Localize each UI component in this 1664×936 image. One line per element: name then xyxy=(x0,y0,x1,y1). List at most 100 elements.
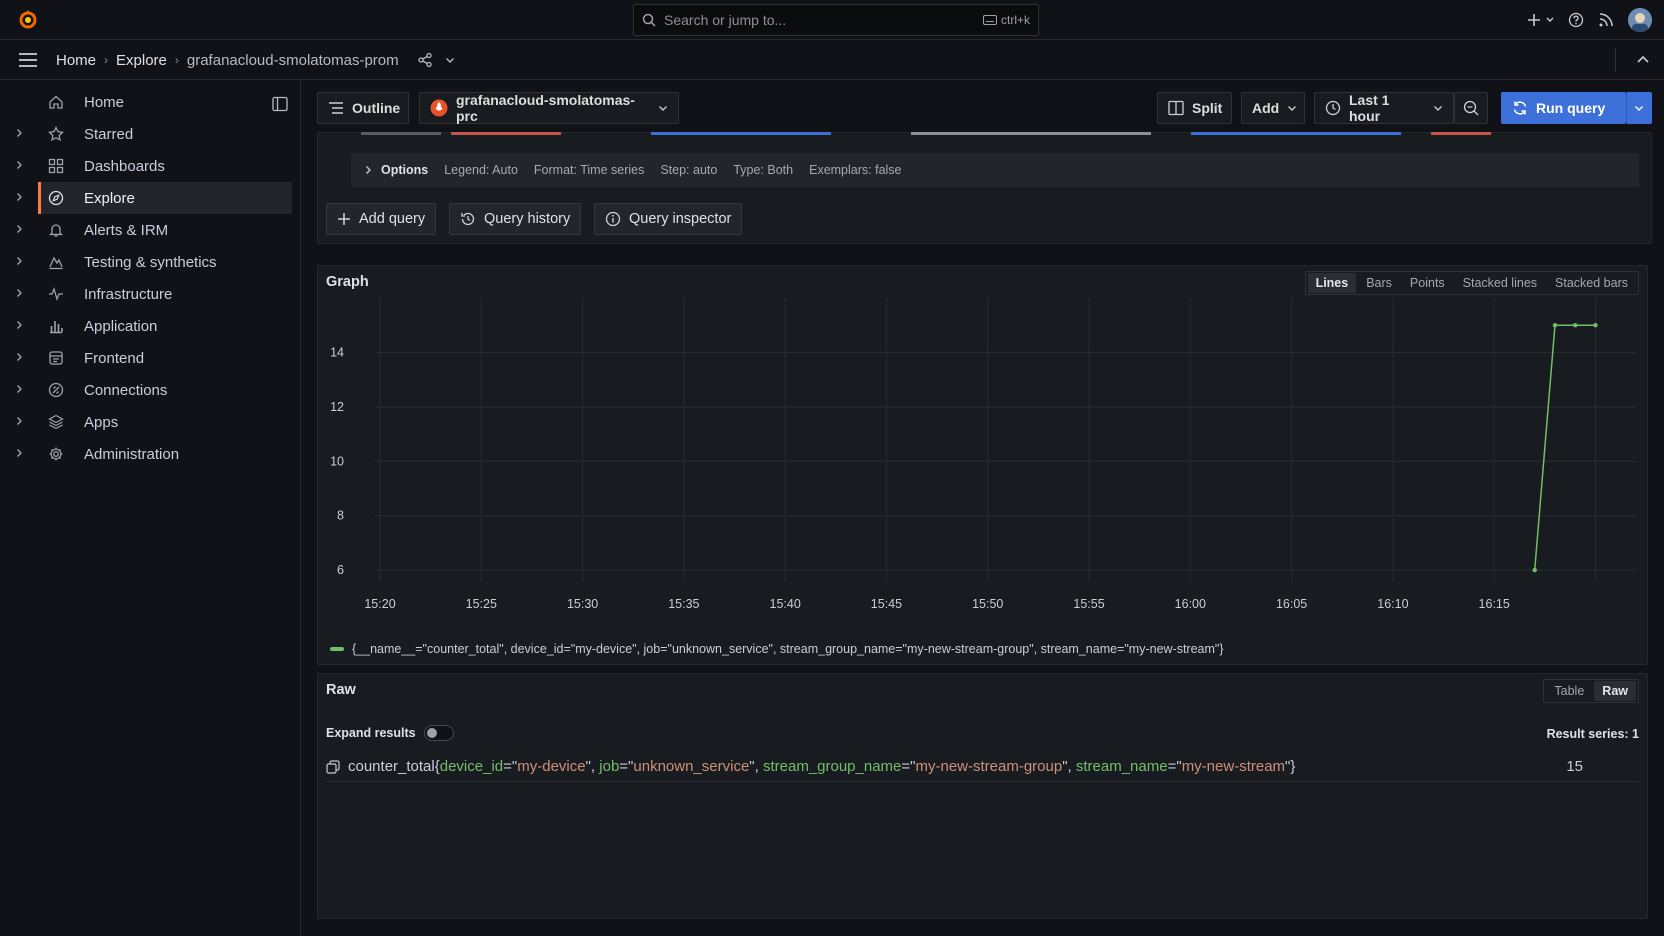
x-tick-label: 15:25 xyxy=(466,597,497,611)
zoom-out-icon xyxy=(1463,100,1479,116)
run-query-button[interactable]: Run query xyxy=(1501,92,1626,124)
bar-chart-icon xyxy=(46,318,66,334)
chevron-down-icon xyxy=(1433,103,1443,113)
add-query-button[interactable]: Add query xyxy=(326,203,437,235)
sidebar-item-starred[interactable]: Starred xyxy=(38,118,292,150)
chevron-down-icon[interactable] xyxy=(445,55,455,65)
star-icon xyxy=(46,126,66,142)
sidebar-item-testing-synthetics[interactable]: Testing & synthetics xyxy=(38,246,292,278)
synthetics-icon xyxy=(46,254,66,270)
x-tick-label: 16:05 xyxy=(1276,597,1307,611)
breadcrumb-home[interactable]: Home xyxy=(56,52,96,69)
raw-result-row: counter_total{device_id="my-device", job… xyxy=(326,752,1639,782)
raw-mode-raw[interactable]: Raw xyxy=(1594,681,1636,701)
expand-chevron-icon[interactable] xyxy=(14,320,26,330)
sidebar-item-application[interactable]: Application xyxy=(38,310,292,342)
grafana-logo-icon[interactable] xyxy=(16,8,40,32)
menu-icon[interactable] xyxy=(18,52,38,68)
sidebar-item-infrastructure[interactable]: Infrastructure xyxy=(38,278,292,310)
sidebar-item-apps[interactable]: Apps xyxy=(38,406,292,438)
type-option: Type: Both xyxy=(733,163,794,177)
add-new-icon[interactable] xyxy=(1528,13,1554,27)
brace: } xyxy=(1290,758,1296,775)
sidebar-item-frontend[interactable]: Frontend xyxy=(38,342,292,374)
user-avatar[interactable] xyxy=(1628,8,1652,32)
expand-chevron-icon[interactable] xyxy=(14,352,26,362)
punct: =" xyxy=(503,758,518,775)
series-point xyxy=(1573,323,1578,328)
query-editor-remnant xyxy=(351,132,1639,140)
sidebar-item-label: Explore xyxy=(84,189,135,207)
expand-chevron-icon[interactable] xyxy=(14,224,26,234)
chevron-up-icon[interactable] xyxy=(1636,53,1650,67)
y-tick-label: 12 xyxy=(330,400,344,414)
rss-news-icon[interactable] xyxy=(1598,12,1614,28)
datasource-picker[interactable]: grafanacloud-smolatomas-prc xyxy=(419,92,679,124)
sidebar-item-label: Frontend xyxy=(84,349,145,367)
time-range-picker[interactable]: Last 1 hour xyxy=(1314,92,1454,124)
sidebar-item-label: Starred xyxy=(84,125,134,143)
expand-chevron-icon[interactable] xyxy=(14,160,26,170)
punct: =" xyxy=(619,758,634,775)
expand-chevron-icon[interactable] xyxy=(14,288,26,298)
expand-chevron-icon[interactable] xyxy=(14,448,26,458)
sidebar-item-label: Infrastructure xyxy=(84,285,173,303)
copy-icon[interactable] xyxy=(326,759,340,774)
expand-results-toggle[interactable] xyxy=(423,725,454,741)
home-icon xyxy=(46,94,66,110)
add-button[interactable]: Add xyxy=(1241,92,1305,124)
sidebar-item-connections[interactable]: Connections xyxy=(38,374,292,406)
layers-icon xyxy=(46,414,66,430)
run-query-options-button[interactable] xyxy=(1626,92,1652,124)
top-bar: Search or jump to... ctrl+k xyxy=(0,0,1664,40)
y-tick-label: 8 xyxy=(337,509,344,523)
sidebar-item-dashboards[interactable]: Dashboards xyxy=(38,150,292,182)
legend-swatch xyxy=(330,647,344,651)
sidebar-item-label: Application xyxy=(84,317,158,335)
x-tick-label: 15:45 xyxy=(871,597,902,611)
split-button[interactable]: Split xyxy=(1157,92,1232,124)
query-history-button[interactable]: Query history xyxy=(449,203,582,235)
step-option: Step: auto xyxy=(660,163,718,177)
label-value: unknown_service xyxy=(633,758,750,775)
expand-chevron-icon[interactable] xyxy=(14,384,26,394)
series-point xyxy=(1552,323,1558,328)
sidebar-item-home[interactable]: Home xyxy=(38,86,292,118)
sidebar-item-label: Alerts & IRM xyxy=(84,221,169,239)
prometheus-icon xyxy=(430,99,448,117)
heartbeat-icon xyxy=(46,286,66,302)
x-tick-label: 16:15 xyxy=(1479,597,1510,611)
label-key: stream_group_name xyxy=(762,758,902,775)
expand-chevron-icon[interactable] xyxy=(14,256,26,266)
search-input[interactable]: Search or jump to... ctrl+k xyxy=(633,4,1039,36)
graph-legend[interactable]: {__name__="counter_total", device_id="my… xyxy=(330,642,1224,656)
expand-chevron-icon[interactable] xyxy=(14,416,26,426)
outline-button[interactable]: Outline xyxy=(317,92,409,124)
explore-toolbar: Outline grafanacloud-smolatomas-prc Spli… xyxy=(317,92,1652,124)
share-icon[interactable] xyxy=(417,52,433,68)
breadcrumb-bar: Home › Explore › grafanacloud-smolatomas… xyxy=(0,40,1664,80)
query-options-row[interactable]: Options Legend: Auto Format: Time series… xyxy=(351,153,1639,187)
chevron-right-icon: › xyxy=(174,53,179,67)
x-tick-label: 15:20 xyxy=(364,597,395,611)
expand-chevron-icon[interactable] xyxy=(14,192,26,202)
chevron-right-icon xyxy=(363,165,373,175)
query-inspector-button[interactable]: Query inspector xyxy=(594,203,743,235)
x-tick-label: 15:30 xyxy=(567,597,598,611)
expand-results: Expand results xyxy=(326,725,454,741)
raw-series-value: 15 xyxy=(1566,758,1583,775)
clock-icon xyxy=(1325,100,1341,116)
sidebar-item-alerts-irm[interactable]: Alerts & IRM xyxy=(38,214,292,246)
breadcrumb-explore[interactable]: Explore xyxy=(116,52,167,69)
sidebar-item-administration[interactable]: Administration xyxy=(38,438,292,470)
punct: ", xyxy=(749,758,763,775)
search-placeholder: Search or jump to... xyxy=(664,12,787,28)
sidebar-item-label: Testing & synthetics xyxy=(84,253,217,271)
help-icon[interactable] xyxy=(1568,12,1584,28)
top-right-actions xyxy=(1528,6,1652,34)
sidebar-item-explore[interactable]: Explore xyxy=(38,182,292,214)
raw-mode-table[interactable]: Table xyxy=(1546,681,1592,701)
list-icon xyxy=(328,101,344,115)
zoom-out-button[interactable] xyxy=(1454,92,1488,124)
expand-chevron-icon[interactable] xyxy=(14,128,26,138)
